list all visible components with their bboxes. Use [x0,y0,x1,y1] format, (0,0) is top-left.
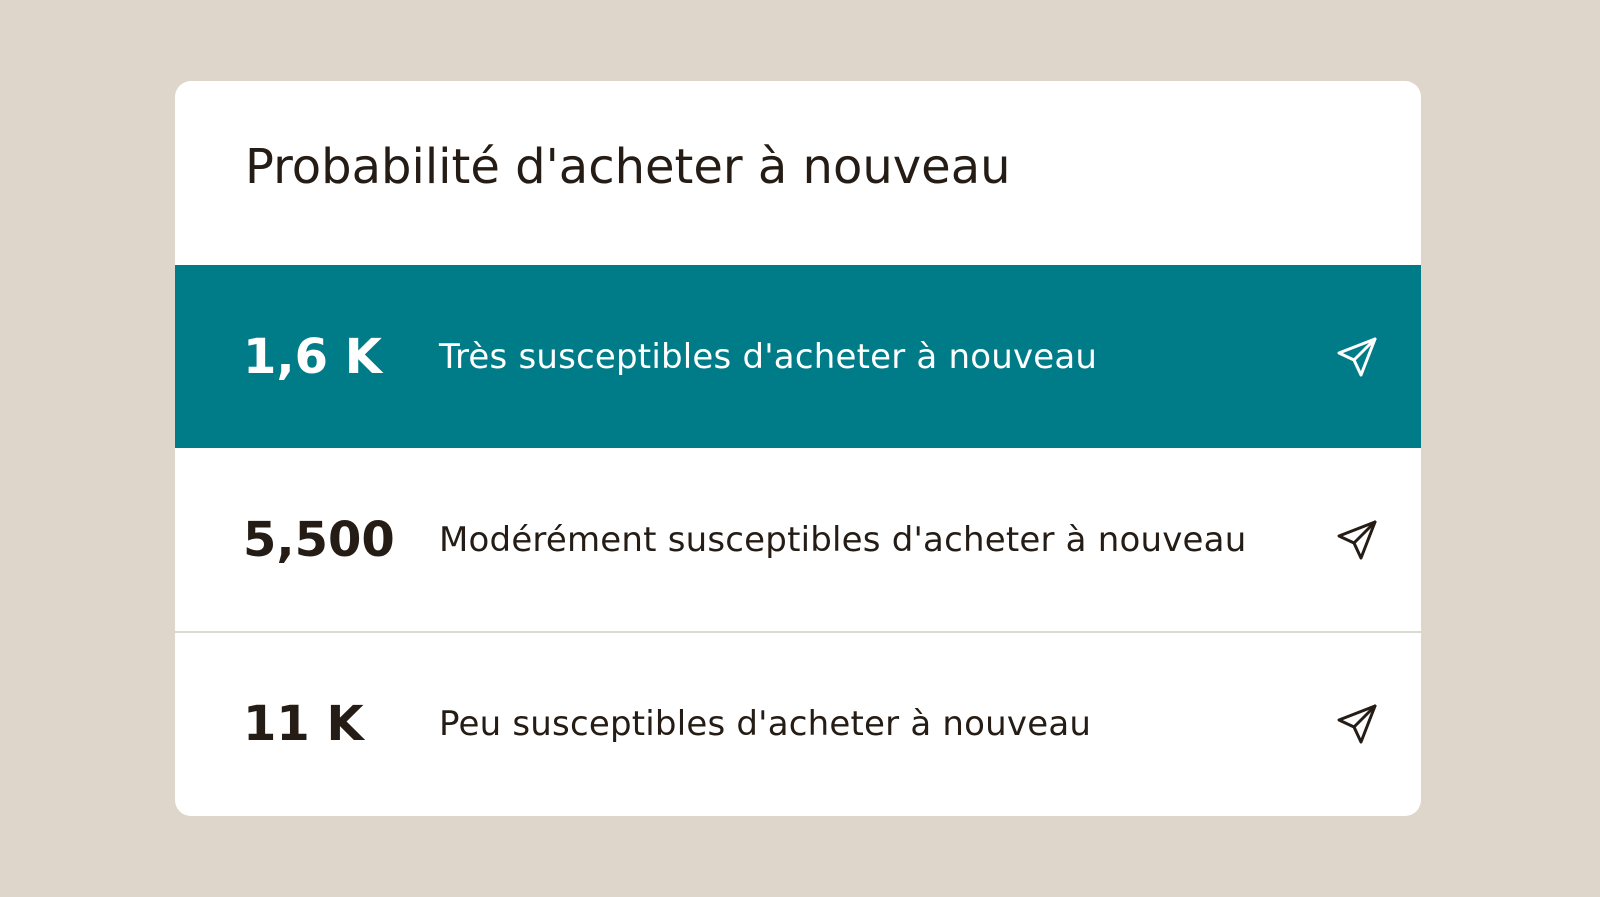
segment-label: Très susceptibles d'acheter à nouveau [439,336,1098,377]
segment-row-moderate[interactable]: 5,500 Modérément susceptibles d'acheter … [175,448,1421,631]
send-icon[interactable] [1333,516,1381,564]
segment-count: 1,6 K [243,328,382,385]
segment-label: Modérément susceptibles d'acheter à nouv… [439,519,1247,560]
card-header: Probabilité d'acheter à nouveau [175,81,1421,265]
send-icon[interactable] [1333,333,1381,381]
segment-count: 5,500 [243,511,395,568]
segment-row-low[interactable]: 11 K Peu susceptibles d'acheter à nouvea… [175,631,1421,814]
card-title: Probabilité d'acheter à nouveau [245,139,1011,195]
segment-count: 11 K [243,695,364,752]
repurchase-probability-card: Probabilité d'acheter à nouveau 1,6 K Tr… [175,81,1421,816]
segment-row-high[interactable]: 1,6 K Très susceptibles d'acheter à nouv… [175,265,1421,448]
send-icon[interactable] [1333,700,1381,748]
segment-label: Peu susceptibles d'acheter à nouveau [439,703,1092,744]
